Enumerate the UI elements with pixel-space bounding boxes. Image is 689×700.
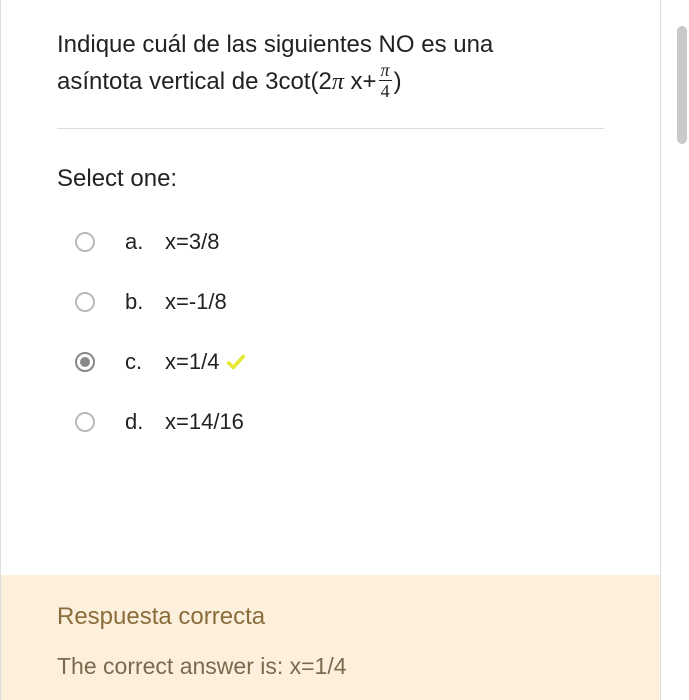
scrollbar-thumb[interactable] <box>677 26 687 144</box>
radio-icon[interactable] <box>75 352 95 372</box>
option-letter: c. <box>125 349 165 375</box>
option-c[interactable]: c. x=1/4 <box>75 349 604 375</box>
question-line2: asíntota vertical de 3cot(2π x+π4) <box>57 68 402 95</box>
checkmark-icon <box>225 351 247 373</box>
quiz-content: Indique cuál de las siguientes NO es una… <box>1 0 660 435</box>
option-text: x=-1/8 <box>165 289 227 315</box>
options-list: a. x=3/8 b. x=-1/8 c. x=1/4 <box>57 229 604 435</box>
option-text: x=14/16 <box>165 409 244 435</box>
select-one-label: Select one: <box>57 165 604 193</box>
radio-icon[interactable] <box>75 292 95 312</box>
option-d[interactable]: d. x=14/16 <box>75 409 604 435</box>
radio-icon[interactable] <box>75 232 95 252</box>
question-line1: Indique cuál de las siguientes NO es una <box>57 31 493 58</box>
option-letter: b. <box>125 289 165 315</box>
divider <box>57 128 604 129</box>
fraction-pi-over-4: π4 <box>379 61 392 100</box>
option-text: x=3/8 <box>165 229 219 255</box>
option-a[interactable]: a. x=3/8 <box>75 229 604 255</box>
radio-icon[interactable] <box>75 412 95 432</box>
scrollbar-track[interactable] <box>673 0 689 700</box>
option-letter: a. <box>125 229 165 255</box>
question-text: Indique cuál de las siguientes NO es una… <box>57 28 604 102</box>
option-b[interactable]: b. x=-1/8 <box>75 289 604 315</box>
feedback-title: Respuesta correcta <box>57 603 604 631</box>
feedback-panel: Respuesta correcta The correct answer is… <box>1 575 660 700</box>
option-letter: d. <box>125 409 165 435</box>
quiz-card: Indique cuál de las siguientes NO es una… <box>0 0 661 700</box>
pi-symbol: π <box>332 69 344 95</box>
feedback-answer: The correct answer is: x=1/4 <box>57 653 604 680</box>
option-text: x=1/4 <box>165 349 247 375</box>
